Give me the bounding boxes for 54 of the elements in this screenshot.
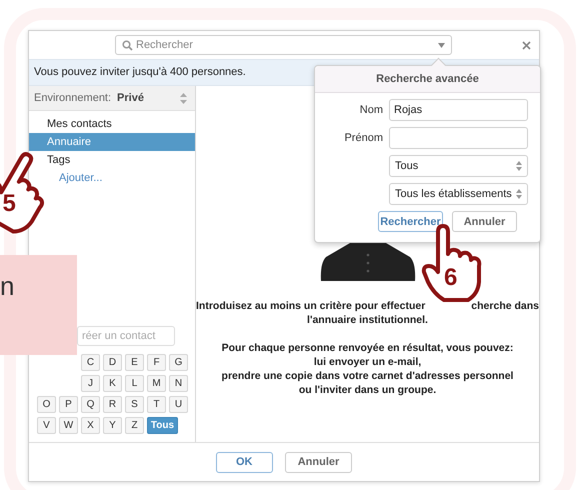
search-field[interactable]: Rechercher [115,35,452,55]
step-number: 5 [2,192,16,216]
letter-button[interactable]: T [147,396,166,413]
text-field[interactable]: Rojas [389,99,528,121]
caret-icon[interactable] [438,42,445,48]
letter-button[interactable]: C [81,354,100,371]
letter-button[interactable]: Z [125,417,144,434]
sidebar-item[interactable]: Tags [29,151,195,169]
letter-button[interactable]: W [59,417,78,434]
spinner-arrows-icon [180,92,187,104]
message-text: ou l'inviter dans un groupe. [298,383,438,397]
letter-button[interactable]: P [59,396,78,413]
popover-title: Recherche avancée [315,66,540,93]
letter-button[interactable]: N [169,375,188,392]
message-text: lui envoyer un e-mail, [312,355,422,369]
close-icon[interactable] [522,41,531,50]
step-number: 6 [444,266,458,290]
message-text: Pour chaque personne renvoyée en résultat, vous pouvez: [220,341,514,355]
select-field[interactable]: Tous les établissements [389,183,528,205]
letter-button[interactable]: F [147,354,166,371]
search-button[interactable]: Rechercher [378,211,443,232]
letter-button[interactable]: O [37,396,56,413]
letter-button[interactable]: J [81,375,100,392]
message-text: cherche dans [471,299,539,313]
spinner-arrows-icon [516,161,522,171]
letter-button[interactable]: E [125,354,144,371]
search-icon [122,40,133,50]
letter-button[interactable]: K [103,375,122,392]
message-text: Introduisez au moins un critère pour effectuer [196,299,426,313]
environment-selector[interactable]: Environnement: Privé [29,86,195,111]
note-text: n [0,271,14,301]
sidebar-item[interactable]: Mes contacts [29,115,195,133]
letter-button[interactable]: Q [81,396,100,413]
letter-button[interactable]: Y [103,417,122,434]
field-label: Nom [358,104,383,116]
cancel-button[interactable]: Annuler [284,452,352,472]
select-field[interactable]: Tous [389,155,528,177]
letter-button[interactable]: S [125,396,144,413]
field-label: Prénom [343,132,383,144]
letter-button[interactable]: V [37,417,56,434]
letter-button[interactable]: M [147,375,166,392]
message-text: l'annuaire institutionnel. [306,313,429,327]
spinner-arrows-icon [516,189,522,199]
message-text: prendre une copie dans votre carnet d'adresses personnel [220,369,514,383]
ok-button[interactable]: OK [216,452,273,472]
letter-button[interactable]: L [125,375,144,392]
cancel-button[interactable]: Annuler [452,211,517,232]
letter-button[interactable]: U [169,396,188,413]
text-field[interactable] [389,127,528,149]
letter-button[interactable]: X [81,417,100,434]
letter-button[interactable]: R [103,396,122,413]
letter-button[interactable]: G [169,354,188,371]
add-link[interactable]: Ajouter... [29,169,102,187]
letter-button[interactable]: D [103,354,122,371]
